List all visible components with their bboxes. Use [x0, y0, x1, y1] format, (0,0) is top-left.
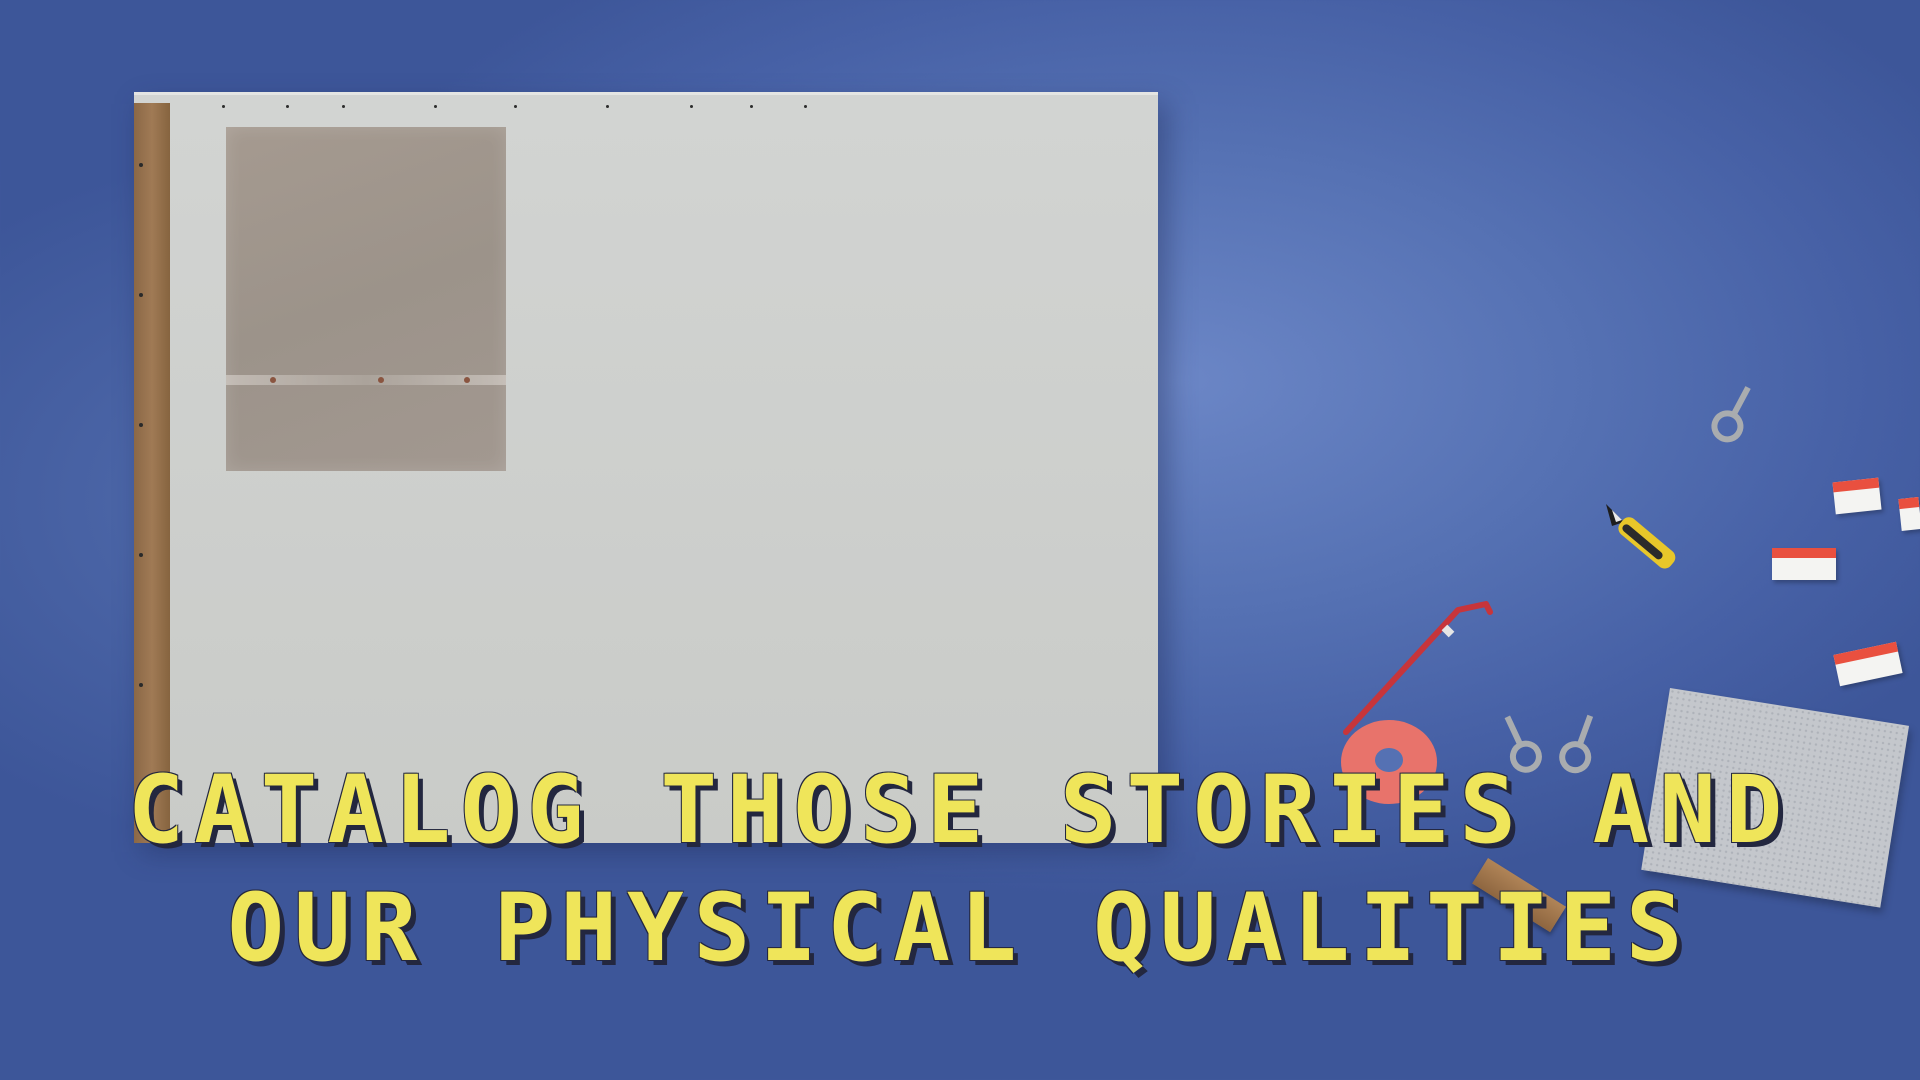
nail-head	[139, 423, 143, 427]
nail-head	[139, 553, 143, 557]
label-card[interactable]	[1772, 548, 1836, 580]
caption-line-2: OUR PHYSICAL QUALITIES	[227, 874, 1693, 983]
nail-head	[139, 163, 143, 167]
nail-head	[804, 105, 807, 108]
wood-stud	[134, 103, 170, 843]
nail-head	[750, 105, 753, 108]
drywall-board	[134, 92, 1158, 843]
eye-bolt-icon[interactable]	[1700, 375, 1769, 452]
nail-head	[342, 105, 345, 108]
label-card[interactable]	[1833, 641, 1903, 687]
nail-head	[286, 105, 289, 108]
nail-head	[690, 105, 693, 108]
nail-head	[606, 105, 609, 108]
patch-spot	[270, 377, 276, 383]
label-card[interactable]	[1898, 497, 1920, 531]
caption-line-1: CATALOG THOSE STORIES AND	[127, 756, 1793, 865]
patch-spot	[378, 377, 384, 383]
utility-knife-icon[interactable]	[1602, 500, 1698, 576]
drywall-patch[interactable]	[226, 127, 506, 471]
nail-head	[222, 105, 225, 108]
nail-head	[139, 683, 143, 687]
nail-head	[434, 105, 437, 108]
label-card[interactable]	[1832, 477, 1882, 515]
nail-head	[139, 293, 143, 297]
nail-head	[514, 105, 517, 108]
patch-spot	[464, 377, 470, 383]
